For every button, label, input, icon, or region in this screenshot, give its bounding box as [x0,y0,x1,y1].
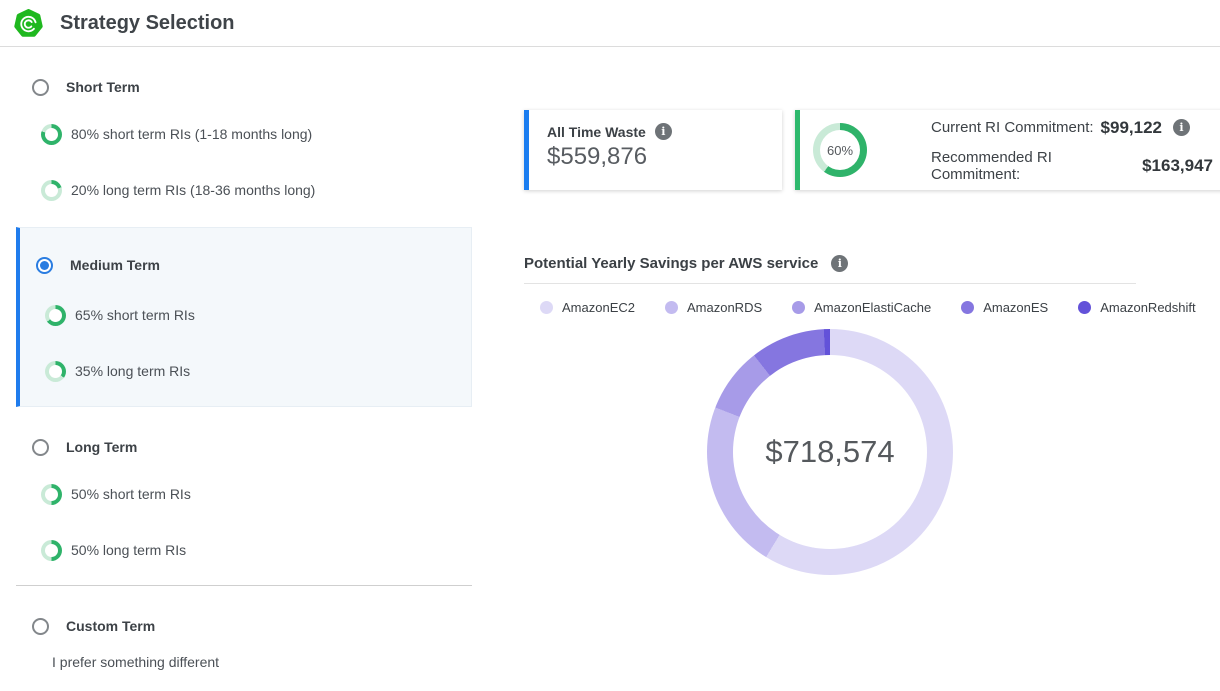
allocation-item: 80% short term RIs (1-18 months long) [0,106,472,162]
chart-divider [524,283,1136,284]
legend-dot [961,301,974,314]
custom-term-note: I prefer something different [0,652,472,672]
allocation-donut-icon [41,540,62,561]
legend-label: AmazonRDS [687,300,762,315]
current-ri-value: $99,122 [1101,118,1162,138]
panel-divider [16,585,472,586]
allocation-item: 50% short term RIs [0,466,472,522]
allocation-item: 35% long term RIs [20,343,471,399]
current-ri-label: Current RI Commitment: [931,119,1094,136]
waste-card-label: All Time Waste [547,124,646,140]
page-title: Strategy Selection [60,12,235,35]
legend-item-amazonrds[interactable]: AmazonRDS [665,300,762,315]
gauge-hole: 60% [820,130,860,170]
strategy-option-custom-term[interactable]: Custom Term [0,614,472,638]
allocation-item: 20% long term RIs (18-36 months long) [0,162,472,218]
radio-medium-term[interactable] [36,257,53,274]
legend-dot [792,301,805,314]
allocation-list: 65% short term RIs 35% long term RIs [20,287,471,399]
strategy-section-short-term: Short Term 80% short term RIs (1-18 mont… [0,75,472,218]
info-icon[interactable] [1173,119,1190,136]
allocation-donut-icon [41,484,62,505]
allocation-item: 65% short term RIs [20,287,471,343]
donut-center-total: $718,574 [707,329,953,575]
gauge-percent-label: 60% [827,143,853,158]
savings-donut-chart: $718,574 [707,329,953,575]
allocation-donut-icon [41,180,62,201]
allocation-label: 80% short term RIs (1-18 months long) [71,126,312,142]
strategy-label-short-term: Short Term [66,79,140,95]
recommended-ri-label: Recommended RI Commitment: [931,149,1135,183]
legend-item-amazonelasticache[interactable]: AmazonElastiCache [792,300,931,315]
radio-short-term[interactable] [32,79,49,96]
legend-item-amazones[interactable]: AmazonES [961,300,1048,315]
allocation-list: 50% short term RIs 50% long term RIs [0,466,472,578]
allocation-label: 50% short term RIs [71,486,191,502]
app-header: Strategy Selection [0,0,1220,47]
strategy-label-long-term: Long Term [66,439,137,455]
waste-card-value: $559,876 [547,143,782,171]
strategy-label-custom-term: Custom Term [66,618,155,634]
strategy-section-medium-term: Medium Term 65% short term RIs 35% long … [16,227,472,407]
allocation-donut-icon [41,124,62,145]
legend-dot [540,301,553,314]
strategy-label-medium-term: Medium Term [70,257,160,273]
strategy-option-short-term[interactable]: Short Term [0,75,472,99]
legend-label: AmazonEC2 [562,300,635,315]
recommended-ri-value: $163,947 [1142,156,1213,176]
strategy-section-custom-term: Custom Term I prefer something different [0,614,472,672]
radio-custom-term[interactable] [32,618,49,635]
allocation-label: 65% short term RIs [75,307,195,323]
legend-label: AmazonElastiCache [814,300,931,315]
legend-item-amazonec2[interactable]: AmazonEC2 [540,300,635,315]
ri-commitment-card: 60% Current RI Commitment: $99,122 Recom… [795,110,1220,190]
legend-item-amazonredshift[interactable]: AmazonRedshift [1078,300,1195,315]
legend-dot [665,301,678,314]
info-icon[interactable] [831,255,848,272]
allocation-donut-icon [45,305,66,326]
savings-chart-section: Potential Yearly Savings per AWS service… [524,252,1136,575]
strategy-option-long-term[interactable]: Long Term [0,435,472,459]
recommended-ri-commitment-row: Recommended RI Commitment: $163,947 [931,149,1220,183]
chart-legend: AmazonEC2 AmazonRDS AmazonElastiCache Am… [524,298,1136,316]
strategy-option-medium-term[interactable]: Medium Term [20,253,471,277]
allocation-label: 50% long term RIs [71,542,186,558]
allocation-list: 80% short term RIs (1-18 months long) 20… [0,106,472,218]
allocation-label: 20% long term RIs (18-36 months long) [71,182,315,198]
all-time-waste-card: All Time Waste $559,876 [524,110,782,190]
legend-dot [1078,301,1091,314]
radio-long-term[interactable] [32,439,49,456]
allocation-item: 50% long term RIs [0,522,472,578]
strategy-section-long-term: Long Term 50% short term RIs 50% long te… [0,435,472,578]
allocation-label: 35% long term RIs [75,363,190,379]
legend-label: AmazonRedshift [1100,300,1195,315]
commitment-gauge: 60% [813,123,867,177]
strategy-panel: Short Term 80% short term RIs (1-18 mont… [0,47,472,672]
legend-label: AmazonES [983,300,1048,315]
current-ri-commitment-row: Current RI Commitment: $99,122 [931,118,1220,138]
chart-title: Potential Yearly Savings per AWS service [524,255,818,272]
allocation-donut-icon [45,361,66,382]
info-icon[interactable] [655,123,672,140]
app-logo-icon [14,9,43,38]
